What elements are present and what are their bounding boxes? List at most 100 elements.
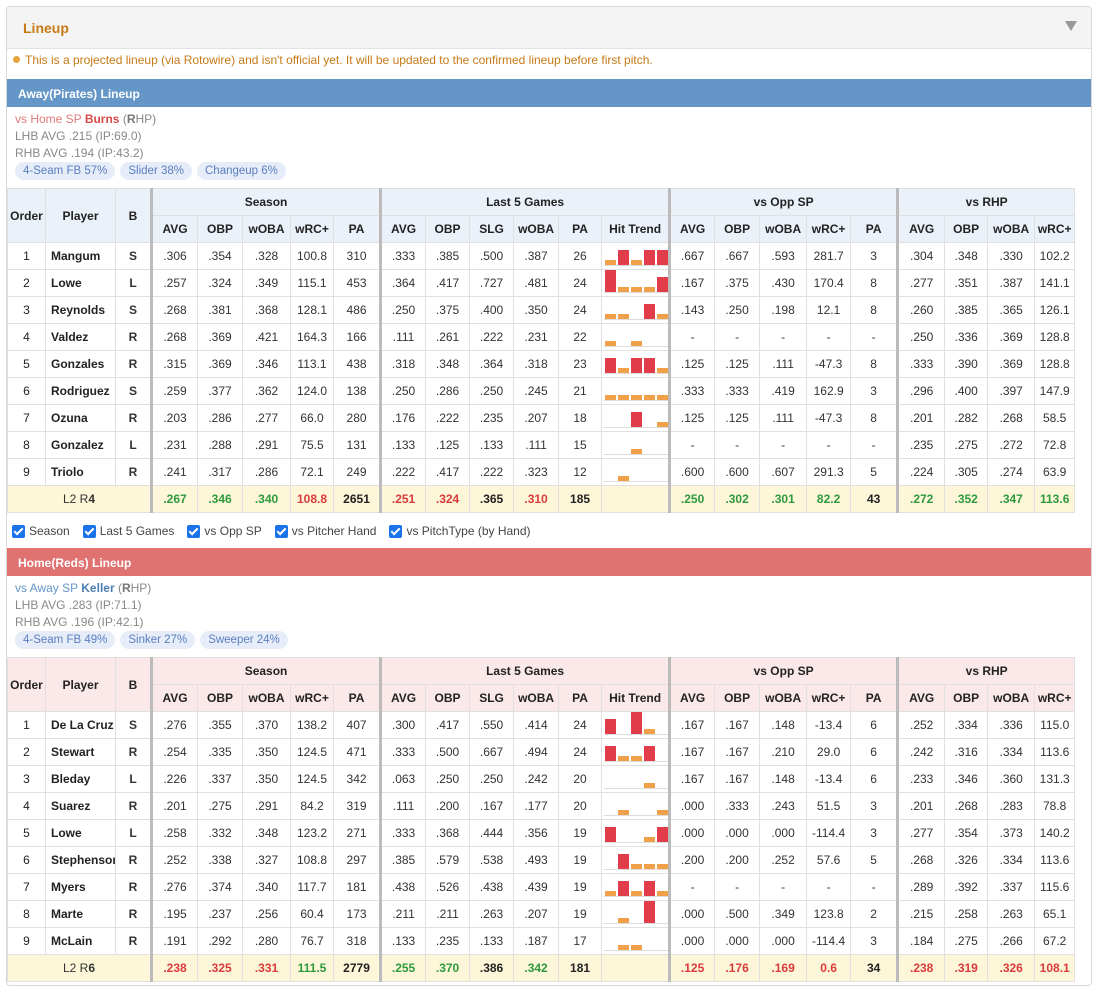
player-name[interactable]: Lowe — [45, 819, 116, 847]
sp-hand: R — [121, 581, 131, 595]
player-row[interactable]: 6 Stephenson R .252.338.327 108.8 297.385.579… — [7, 846, 1076, 874]
total-last5-stat: .342 — [513, 954, 560, 982]
player-row[interactable]: 7 Myers R .276.374.340 117.7 181.438.526.438.… — [7, 873, 1076, 901]
hit-trend-chart — [604, 810, 669, 816]
toggle-opp-sp[interactable]: vs Opp SP — [187, 524, 262, 538]
player-row[interactable]: 4 Valdez R .268.369.421 164.3 166.111.261.222… — [7, 323, 1076, 351]
player-row[interactable]: 5 Gonzales R .315.369.346 113.1 438.318.348.3… — [7, 350, 1076, 378]
player-name[interactable]: Marte — [45, 900, 116, 928]
last5-stat: 23 — [558, 350, 603, 378]
total-trend-empty — [601, 485, 671, 513]
vs-hand-stat: .282 — [944, 404, 989, 432]
player-row[interactable]: 3 Reynolds S .268.381.368 128.1 486.250.375.4… — [7, 296, 1076, 324]
toggle-last5[interactable]: Last 5 Games — [82, 524, 174, 538]
player-row[interactable]: 5 Lowe L .258.332.348 123.2 271.333.368.444.3… — [7, 819, 1076, 847]
player-name[interactable]: Reynolds — [45, 296, 116, 324]
player-name[interactable]: McLain — [45, 927, 116, 955]
vs-hand-stat: .275 — [944, 927, 989, 955]
player-row[interactable]: 2 Lowe L .257.324.349 115.1 453.364.417.727.4… — [7, 269, 1076, 297]
player-name[interactable]: Gonzales — [45, 350, 116, 378]
total-opp-stat: 43 — [850, 485, 899, 513]
player-name[interactable]: Rodriguez — [45, 377, 116, 405]
sp-name[interactable]: Keller — [81, 581, 114, 595]
player-name[interactable]: Suarez — [45, 792, 116, 820]
opp-sp-stat: .125 — [714, 350, 761, 378]
player-row[interactable]: 9 Triolo R .241.317.286 72.1 249.222.417.222.… — [7, 458, 1076, 486]
lineup-header[interactable]: Lineup — [7, 7, 1091, 49]
player-row[interactable]: 6 Rodriguez S .259.377.362 124.0 138.250.286.… — [7, 377, 1076, 405]
hit-trend-bar — [631, 287, 643, 292]
pitch-pill[interactable]: Sinker 27% — [120, 631, 196, 649]
season-stat: .258 — [150, 819, 198, 847]
player-name[interactable]: Valdez — [45, 323, 116, 351]
player-name[interactable]: Lowe — [45, 269, 116, 297]
player-name[interactable]: Myers — [45, 873, 116, 901]
season-stat: 60.4 — [290, 900, 334, 928]
vs-hand-stat: .346 — [944, 765, 989, 793]
player-row[interactable]: 9 McLain R .191.292.280 76.7 318.133.235.133.… — [7, 927, 1076, 955]
player-name[interactable]: Mangum — [45, 242, 116, 270]
checkbox-icon[interactable] — [187, 524, 201, 538]
player-row[interactable]: 8 Marte R .195.237.256 60.4 173.211.211.263.2… — [7, 900, 1076, 928]
total-hand-stat: .352 — [944, 485, 989, 513]
opp-sp-stat: - — [759, 431, 808, 459]
pitch-pill[interactable]: 4-Seam FB 57% — [15, 162, 116, 180]
hit-trend-bar — [657, 891, 669, 896]
player-name[interactable]: Bleday — [45, 765, 116, 793]
season-stat: .337 — [197, 765, 243, 793]
pitch-pill[interactable]: 4-Seam FB 49% — [15, 631, 116, 649]
checkbox-icon[interactable] — [274, 524, 288, 538]
opp-sp-stat: .148 — [759, 765, 808, 793]
order-cell: 6 — [7, 377, 46, 405]
sp-name[interactable]: Burns — [85, 112, 120, 126]
player-name[interactable]: Stephenson — [45, 846, 116, 874]
opp-sp-stat: - — [668, 323, 716, 351]
pitch-pill[interactable]: Slider 38% — [120, 162, 192, 180]
toggle-pitcher-hand[interactable]: vs Pitcher Hand — [274, 524, 376, 538]
pitch-pill[interactable]: Changeup 6% — [197, 162, 286, 180]
vs-hand-stat: .390 — [944, 350, 989, 378]
toggle-pitchtype[interactable]: vs PitchType (by Hand) — [389, 524, 531, 538]
col-header: PA — [332, 215, 382, 243]
player-row[interactable]: 8 Gonzalez L .231.288.291 75.5 131.133.125.13… — [7, 431, 1076, 459]
season-stat: 124.5 — [290, 738, 334, 766]
hit-trend-bar — [605, 270, 617, 292]
last5-stat: .550 — [469, 711, 515, 739]
sp-line: vs Away SP Keller (RHP) — [15, 580, 151, 597]
vs-hand-stat: .369 — [987, 323, 1036, 351]
vs-hand-stat: .392 — [944, 873, 989, 901]
checkbox-icon[interactable] — [389, 524, 403, 538]
player-row[interactable]: 1 Mangum S .306.354.328 100.8 310.333.385.500… — [7, 242, 1076, 270]
pitch-pill[interactable]: Sweeper 24% — [200, 631, 288, 649]
player-row[interactable]: 3 Bleday L .226.337.350 124.5 342.063.250.250… — [7, 765, 1076, 793]
col-header: OBP — [944, 215, 989, 243]
player-row[interactable]: 1 De La Cruz S .276.355.370 138.2 407.300.417… — [7, 711, 1076, 739]
last5-stat: .222 — [469, 323, 515, 351]
opp-sp-stat: .111 — [759, 350, 808, 378]
player-row[interactable]: 7 Ozuna R .203.286.277 66.0 280.176.222.235.2… — [7, 404, 1076, 432]
checkbox-icon[interactable] — [82, 524, 96, 538]
order-cell: 7 — [7, 873, 46, 901]
vs-hand-stat: .260 — [896, 296, 946, 324]
checkbox-icon[interactable] — [12, 524, 25, 538]
last5-stat: .222 — [379, 458, 427, 486]
vs-hand-stat: .275 — [944, 431, 989, 459]
player-row[interactable]: 4 Suarez R .201.275.291 84.2 319.111.200.167.… — [7, 792, 1076, 820]
last5-stat: 21 — [558, 377, 603, 405]
vs-hand-stat: .296 — [896, 377, 946, 405]
player-row[interactable]: 2 Stewart R .254.335.350 124.5 471.333.500.66… — [7, 738, 1076, 766]
info-dot-icon — [13, 56, 20, 63]
player-name[interactable]: Triolo — [45, 458, 116, 486]
toggle-season[interactable]: Season — [12, 524, 70, 538]
col-header: PA — [558, 684, 603, 712]
player-name[interactable]: Ozuna — [45, 404, 116, 432]
vs-hand-stat: .258 — [944, 900, 989, 928]
player-name[interactable]: Stewart — [45, 738, 116, 766]
season-stat: 310 — [332, 242, 382, 270]
total-hand-stat: .319 — [944, 954, 989, 982]
hit-trend — [601, 377, 671, 405]
player-name[interactable]: Gonzalez — [45, 431, 116, 459]
hit-trend-bar — [657, 314, 669, 319]
collapse-caret-icon[interactable] — [1065, 21, 1077, 31]
player-name[interactable]: De La Cruz — [45, 711, 116, 739]
